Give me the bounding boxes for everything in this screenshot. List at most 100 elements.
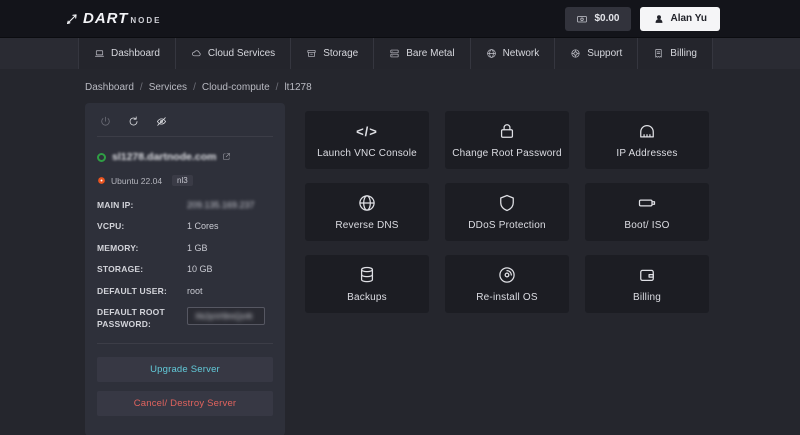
logo-text-sub: NODE xyxy=(130,16,162,25)
balance-amount: $0.00 xyxy=(594,13,620,24)
root-password-box[interactable]: Xk2pVr9mQz4t xyxy=(187,307,265,326)
balance-button[interactable]: $0.00 xyxy=(565,6,631,31)
wallet-icon xyxy=(640,269,654,282)
nav-item-support[interactable]: Support xyxy=(555,38,639,69)
default-user-value: root xyxy=(187,285,203,296)
nav-item-billing[interactable]: Billing xyxy=(638,38,713,69)
detail-label: DEFAULT USER: xyxy=(97,285,167,296)
action-reinstall-os[interactable]: Re-install OS xyxy=(445,255,569,313)
detail-row-storage: STORAGE: 10 GB xyxy=(97,263,273,275)
shutdown-button[interactable] xyxy=(155,115,168,128)
drive-icon xyxy=(638,199,656,207)
user-menu-button[interactable]: Alan Yu xyxy=(639,6,720,31)
nav-item-storage[interactable]: Storage xyxy=(291,38,375,69)
server-stack-icon xyxy=(390,49,399,58)
storage-value: 10 GB xyxy=(187,264,213,275)
action-boot-iso[interactable]: Boot/ ISO xyxy=(585,183,709,241)
breadcrumb: Dashboard / Services / Cloud-compute / l… xyxy=(0,82,800,93)
breadcrumb-server-id[interactable]: lt1278 xyxy=(284,82,311,93)
detail-label: MAIN IP: xyxy=(97,200,134,210)
nav-item-bare-metal[interactable]: Bare Metal xyxy=(374,38,471,69)
action-label: Re-install OS xyxy=(476,292,538,303)
main-ip-value: 209.135.169.237 xyxy=(187,200,255,210)
detail-label: STORAGE: xyxy=(97,264,144,275)
ubuntu-icon xyxy=(98,177,105,184)
receipt-icon xyxy=(655,49,662,58)
nav-item-cloud-services[interactable]: Cloud Services xyxy=(175,38,292,69)
action-label: IP Addresses xyxy=(616,148,678,159)
cloud-icon xyxy=(191,50,201,57)
breadcrumb-separator: / xyxy=(275,82,279,93)
nav-label: Bare Metal xyxy=(406,48,455,59)
code-icon: </> xyxy=(356,123,378,139)
action-launch-vnc-console[interactable]: </> Launch VNC Console xyxy=(305,111,429,169)
nav-label: Storage xyxy=(323,48,359,59)
action-label: Reverse DNS xyxy=(335,220,399,231)
action-ddos-protection[interactable]: DDoS Protection xyxy=(445,183,569,241)
nav-item-dashboard[interactable]: Dashboard xyxy=(78,38,176,69)
detail-row-memory: MEMORY: 1 GB xyxy=(97,242,273,254)
action-ip-addresses[interactable]: IP Addresses xyxy=(585,111,709,169)
dart-arrow-icon xyxy=(67,14,77,24)
detail-row-root-password: DEFAULT ROOT PASSWORD: Xk2pVr9mQz4t xyxy=(97,306,273,330)
action-label: Boot/ ISO xyxy=(624,220,670,231)
os-row: Ubuntu 22.04 nl3 xyxy=(97,175,273,186)
root-password-value: Xk2pVr9mQz4t xyxy=(195,311,253,322)
server-actions-grid: </> Launch VNC Console Change Root Passw… xyxy=(305,111,709,313)
main-nav: Dashboard Cloud Services Storage Bare Me… xyxy=(0,38,800,69)
breadcrumb-services[interactable]: Services xyxy=(149,82,187,93)
nav-label: Cloud Services xyxy=(207,48,276,59)
memory-value: 1 GB xyxy=(187,242,208,253)
detail-label: DEFAULT ROOT PASSWORD: xyxy=(97,307,165,329)
server-hostname: sl1278.dartnode.com xyxy=(112,151,217,163)
detail-row-vcpu: VCPU: 1 Cores xyxy=(97,220,273,232)
stop-server-icon xyxy=(157,117,166,126)
detail-label: MEMORY: xyxy=(97,242,139,253)
ethernet-icon xyxy=(640,124,654,138)
person-icon xyxy=(655,14,662,23)
breadcrumb-separator: / xyxy=(193,82,196,93)
upgrade-server-button[interactable]: Upgrade Server xyxy=(97,357,273,383)
external-link-icon xyxy=(223,153,231,160)
action-reverse-dns[interactable]: Reverse DNS xyxy=(305,183,429,241)
breadcrumb-cloud-compute[interactable]: Cloud-compute xyxy=(202,82,270,93)
server-status-indicator xyxy=(97,152,106,162)
breadcrumb-dashboard[interactable]: Dashboard xyxy=(85,82,134,93)
server-info-card: sl1278.dartnode.com Ubuntu 22.04 nl3 MAI… xyxy=(85,103,285,435)
destroy-server-button[interactable]: Cancel/ Destroy Server xyxy=(97,391,273,417)
action-label: Launch VNC Console xyxy=(317,148,417,159)
nav-label: Billing xyxy=(670,48,697,59)
power-icon xyxy=(101,116,110,126)
nav-item-network[interactable]: Network xyxy=(470,38,556,69)
nav-label: Dashboard xyxy=(111,48,160,59)
power-on-button[interactable] xyxy=(99,115,112,128)
globe-icon xyxy=(486,49,496,58)
globe-icon xyxy=(359,195,375,211)
logo-text-main: DART xyxy=(83,10,129,27)
main-content: sl1278.dartnode.com Ubuntu 22.04 nl3 MAI… xyxy=(0,103,800,435)
action-change-root-password[interactable]: Change Root Password xyxy=(445,111,569,169)
server-sidebar: sl1278.dartnode.com Ubuntu 22.04 nl3 MAI… xyxy=(85,103,285,435)
breadcrumb-separator: / xyxy=(139,82,143,93)
database-icon xyxy=(360,266,374,283)
detail-row-default-user: DEFAULT USER: root xyxy=(97,285,273,297)
money-icon xyxy=(577,15,588,22)
location-badge: nl3 xyxy=(172,175,193,186)
os-name: Ubuntu 22.04 xyxy=(111,175,163,186)
action-label: Billing xyxy=(632,292,662,303)
open-hostname-link[interactable] xyxy=(222,148,231,166)
nav-label: Network xyxy=(502,48,540,59)
refresh-icon xyxy=(129,116,138,126)
laptop-icon xyxy=(95,50,104,57)
action-billing[interactable]: Billing xyxy=(585,255,709,313)
action-label: DDoS Protection xyxy=(468,220,546,231)
disc-icon xyxy=(499,267,515,283)
user-name: Alan Yu xyxy=(670,13,708,24)
server-power-controls xyxy=(97,112,273,137)
action-backups[interactable]: Backups xyxy=(305,255,429,313)
nav-label: Support xyxy=(587,48,623,59)
action-label: Change Root Password xyxy=(452,148,562,159)
dartnode-logo[interactable]: DART NODE xyxy=(64,10,162,27)
reboot-button[interactable] xyxy=(127,115,140,128)
shield-icon xyxy=(500,194,514,212)
